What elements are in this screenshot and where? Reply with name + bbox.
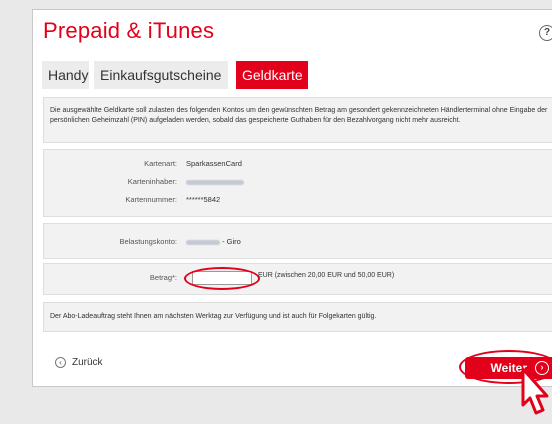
amount-hint: EUR (zwischen 20,00 EUR und 50,00 EUR) xyxy=(258,272,395,279)
card-number-row: Kartennummer: ******5842 xyxy=(44,194,552,206)
card-holder-row: Karteninhaber: xyxy=(44,176,552,188)
page-title: Prepaid & iTunes xyxy=(43,18,215,43)
account-box: Belastungskonto: - Giro xyxy=(43,223,552,259)
help-icon[interactable]: ? xyxy=(539,25,552,41)
back-label: Zurück xyxy=(72,357,103,369)
card-number-label: Kartennummer: xyxy=(125,195,177,204)
info-text: Die ausgewählte Geldkarte soll zulasten … xyxy=(50,107,548,124)
notice-box: Der Abo-Ladeauftrag steht Ihnen am nächs… xyxy=(43,302,552,332)
account-suffix: - Giro xyxy=(222,237,241,246)
card-type-value: SparkassenCard xyxy=(186,159,242,168)
chevron-left-icon: ‹ xyxy=(55,357,66,368)
mouse-pointer-icon xyxy=(521,367,549,415)
prepaid-panel: Prepaid & iTunes ? Handy Einkaufsgutsche… xyxy=(32,9,552,387)
highlight-circle-amount xyxy=(184,267,260,290)
notice-text: Der Abo-Ladeauftrag steht Ihnen am nächs… xyxy=(50,313,377,320)
info-box: Die ausgewählte Geldkarte soll zulasten … xyxy=(43,97,552,143)
card-holder-value-redacted xyxy=(186,176,244,188)
tab-einkaufsgutscheine[interactable]: Einkaufsgutscheine xyxy=(94,61,228,89)
card-type-row: Kartenart: SparkassenCard xyxy=(44,158,552,170)
account-row: Belastungskonto: - Giro xyxy=(44,236,552,248)
account-label: Belastungskonto: xyxy=(119,237,177,246)
card-holder-label: Karteninhaber: xyxy=(127,177,177,186)
tab-handy[interactable]: Handy xyxy=(42,61,89,89)
card-number-value: ******5842 xyxy=(186,195,221,204)
account-value: - Giro xyxy=(186,236,241,248)
card-details-box: Kartenart: SparkassenCard Karteninhaber:… xyxy=(43,149,552,217)
back-button[interactable]: ‹ Zurück xyxy=(55,357,103,368)
amount-label: Betrag*: xyxy=(149,273,177,282)
tab-geldkarte[interactable]: Geldkarte xyxy=(236,61,308,89)
card-type-label: Kartenart: xyxy=(144,159,177,168)
amount-box: Betrag*: EUR (zwischen 20,00 EUR und 50,… xyxy=(43,263,552,295)
